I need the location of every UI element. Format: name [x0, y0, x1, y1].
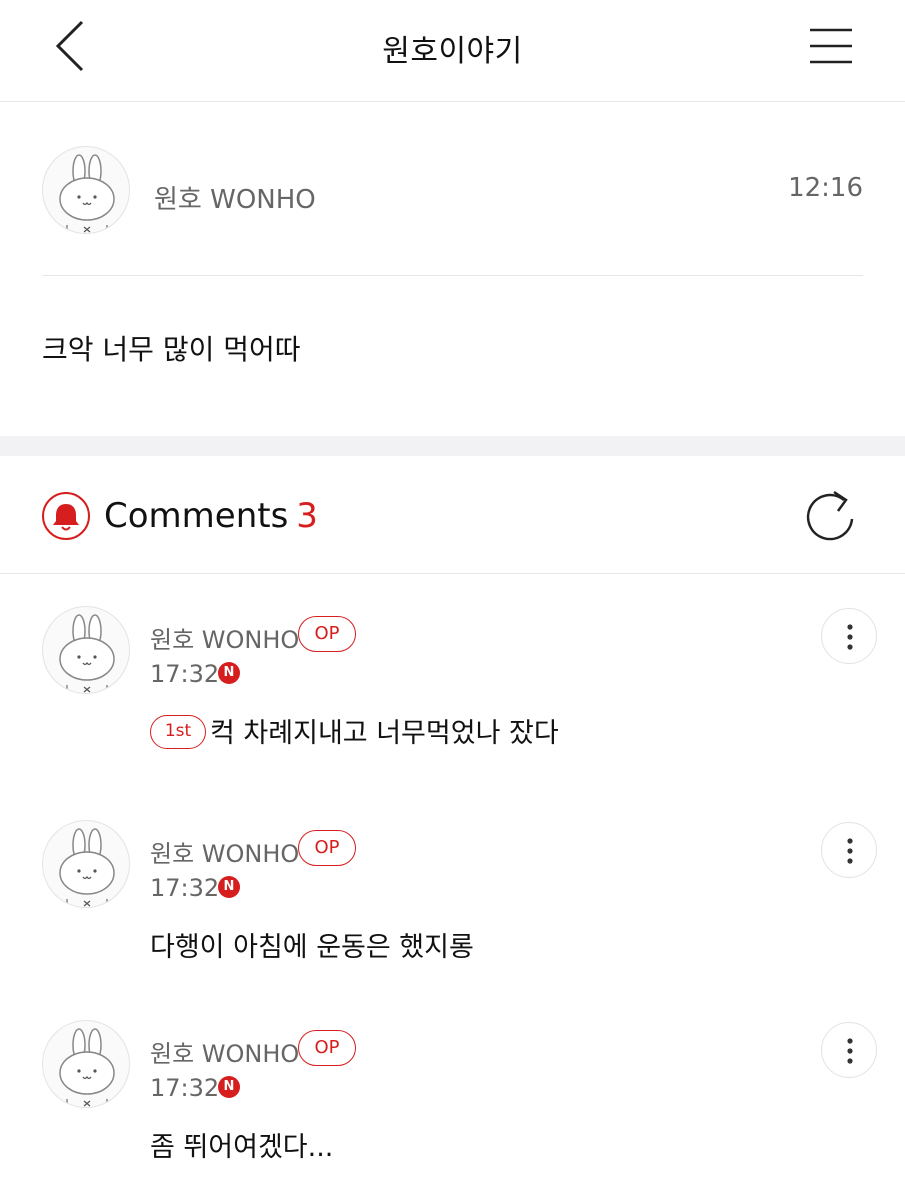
comments-title: Comments 3	[104, 496, 318, 536]
bunny-avatar-icon	[59, 614, 115, 693]
post: 원호 WONHO 12:16 크악 너무 많이 먹어따	[0, 103, 905, 436]
post-timestamp: 12:16	[788, 173, 863, 203]
first-comment-badge: 1st	[150, 714, 206, 749]
comment-timestamp: 17:32	[150, 1074, 220, 1102]
menu-button[interactable]	[806, 24, 856, 68]
comment-more-button[interactable]	[821, 608, 877, 664]
comment-timestamp: 17:32	[150, 874, 220, 902]
comment-item: 원호 WONHO OP 17:32 N 다행이 아침에 운동은 했지롱	[0, 788, 905, 988]
hamburger-menu-icon	[810, 28, 852, 64]
comment-author-name[interactable]: 원호 WONHO	[150, 834, 299, 869]
bunny-avatar-icon	[59, 1028, 115, 1107]
comment-more-button[interactable]	[821, 822, 877, 878]
comments-label: Comments	[104, 496, 289, 536]
comment-text: 다행이 아침에 운동은 했지롱	[150, 932, 474, 963]
comments-count: 3	[296, 496, 318, 536]
op-badge: OP	[298, 830, 356, 866]
refresh-button[interactable]	[804, 486, 858, 544]
comment-text: 1st 컥 차례지내고 너무먹었나 잤다	[150, 711, 559, 752]
new-badge: N	[218, 876, 240, 898]
commenter-avatar[interactable]	[42, 606, 130, 694]
notification-toggle[interactable]	[42, 492, 90, 540]
comment-item: 원호 WONHO OP 17:32 N 좀 뛰어여겠다...	[0, 988, 905, 1188]
author-avatar[interactable]	[42, 146, 130, 234]
comment-author-name[interactable]: 원호 WONHO	[150, 620, 299, 655]
op-badge: OP	[298, 1030, 356, 1066]
more-vertical-icon	[847, 1038, 853, 1064]
page-title: 원호이야기	[382, 34, 523, 69]
post-body-text: 크악 너무 많이 먹어따	[42, 333, 301, 366]
post-author-name[interactable]: 원호 WONHO	[154, 179, 316, 216]
commenter-avatar[interactable]	[42, 1020, 130, 1108]
refresh-icon	[806, 490, 854, 541]
comment-text: 좀 뛰어여겠다...	[150, 1132, 334, 1163]
bell-icon	[53, 504, 79, 531]
commenter-avatar[interactable]	[42, 820, 130, 908]
section-separator	[0, 436, 905, 456]
op-badge: OP	[298, 616, 356, 652]
comment-more-button[interactable]	[821, 1022, 877, 1078]
top-bar: 원호이야기	[0, 0, 905, 102]
divider	[42, 275, 863, 276]
comment-text-content: 컥 차례지내고 너무먹었나 잤다	[210, 718, 559, 749]
new-badge: N	[218, 1076, 240, 1098]
bunny-avatar-icon	[59, 154, 115, 233]
comment-author-name[interactable]: 원호 WONHO	[150, 1034, 299, 1069]
comments-header: Comments 3	[0, 456, 905, 574]
comment-item: 원호 WONHO OP 17:32 N 1st 컥 차례지내고 너무먹었나 잤다	[0, 574, 905, 774]
comment-timestamp: 17:32	[150, 660, 220, 688]
bunny-avatar-icon	[59, 828, 115, 907]
more-vertical-icon	[847, 838, 853, 864]
more-vertical-icon	[847, 624, 853, 650]
new-badge: N	[218, 662, 240, 684]
